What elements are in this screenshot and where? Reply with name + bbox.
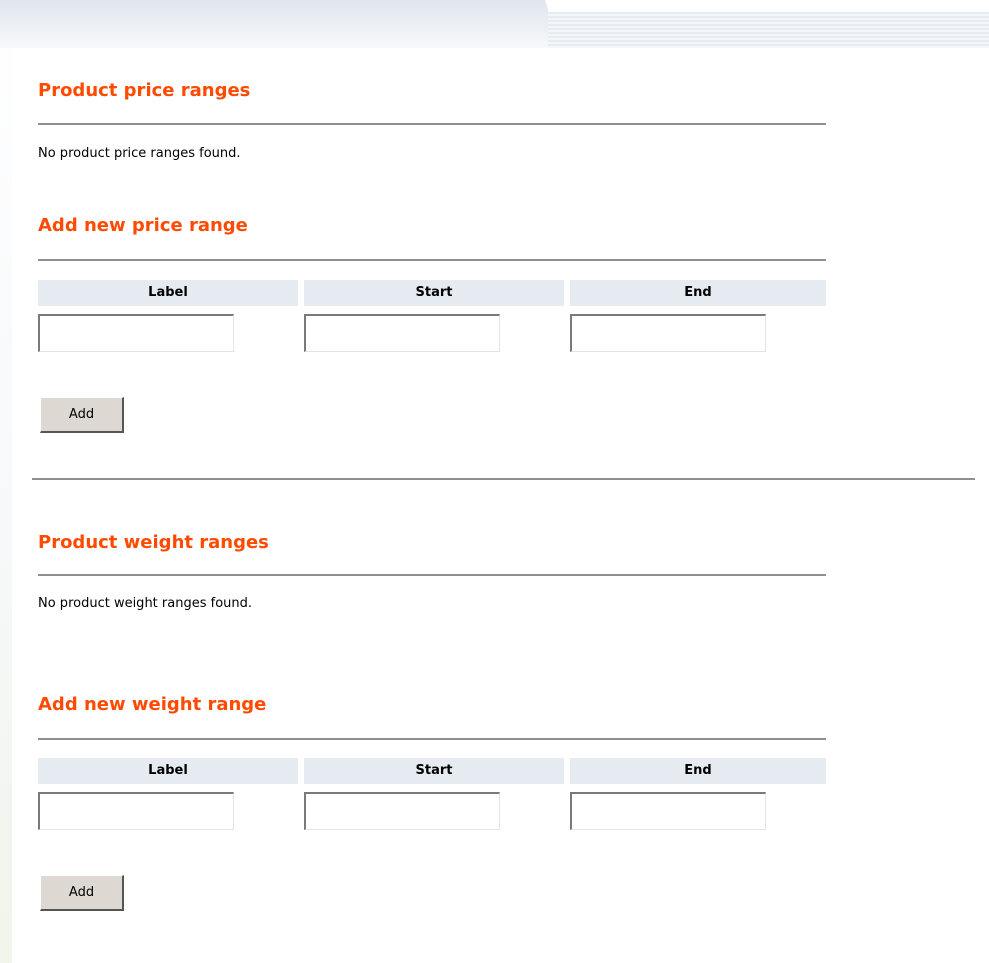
add-weight-range-divider: [38, 738, 826, 740]
page: Product price ranges No product price ra…: [0, 0, 989, 963]
price-end-input[interactable]: [570, 314, 766, 352]
section-separator: [32, 478, 975, 480]
add-price-range-divider: [38, 259, 826, 261]
price-column-header-end: End: [570, 280, 826, 306]
weight-ranges-divider: [38, 574, 826, 576]
add-weight-range-button[interactable]: Add: [40, 875, 124, 911]
price-column-header-start: Start: [304, 280, 564, 306]
active-tab[interactable]: [0, 0, 560, 48]
weight-ranges-heading: Product weight ranges: [38, 532, 269, 553]
price-label-input[interactable]: [38, 314, 234, 352]
price-column-header-label: Label: [38, 280, 298, 306]
weight-end-input[interactable]: [570, 792, 766, 830]
add-price-range-heading: Add new price range: [38, 215, 248, 236]
add-weight-range-heading: Add new weight range: [38, 694, 267, 715]
weight-column-header-end: End: [570, 758, 826, 784]
add-price-range-button[interactable]: Add: [40, 397, 124, 433]
weight-start-input[interactable]: [304, 792, 500, 830]
price-ranges-empty-message: No product price ranges found.: [38, 146, 241, 161]
weight-ranges-empty-message: No product weight ranges found.: [38, 596, 253, 611]
weight-column-header-start: Start: [304, 758, 564, 784]
top-tab-bar: [0, 0, 989, 48]
weight-label-input[interactable]: [38, 792, 234, 830]
left-gutter: [0, 0, 12, 963]
tab-bar-background: [548, 12, 989, 48]
price-ranges-divider: [38, 123, 826, 125]
price-ranges-heading: Product price ranges: [38, 80, 251, 101]
price-start-input[interactable]: [304, 314, 500, 352]
weight-column-header-label: Label: [38, 758, 298, 784]
